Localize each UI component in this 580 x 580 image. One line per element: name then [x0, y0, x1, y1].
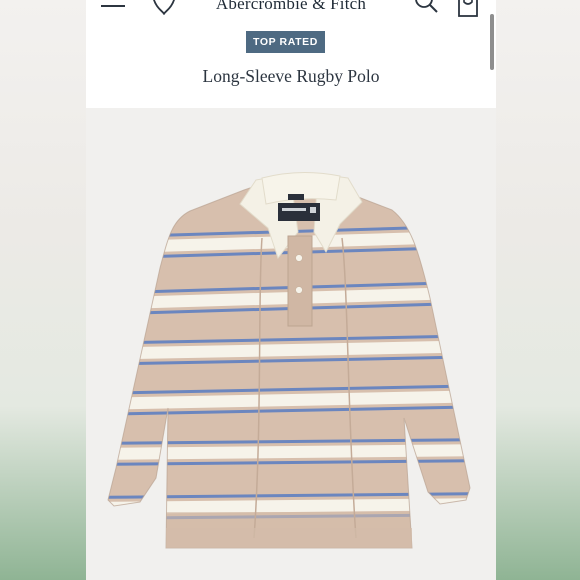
header-bar: Abercrombie & Fitch — [86, 0, 496, 22]
app-page: Abercrombie & Fitch TOP RATED Long-Sleev… — [86, 0, 496, 580]
rugby-polo-image — [107, 171, 471, 549]
scrollbar[interactable] — [490, 14, 494, 70]
shirt-stripe — [108, 498, 470, 514]
product-title[interactable]: Long-Sleeve Rugby Polo — [86, 66, 496, 87]
product-image[interactable] — [86, 108, 496, 580]
search-icon[interactable] — [414, 0, 440, 18]
shopping-bag-icon[interactable] — [456, 0, 480, 20]
top-rated-badge: TOP RATED — [246, 31, 325, 53]
